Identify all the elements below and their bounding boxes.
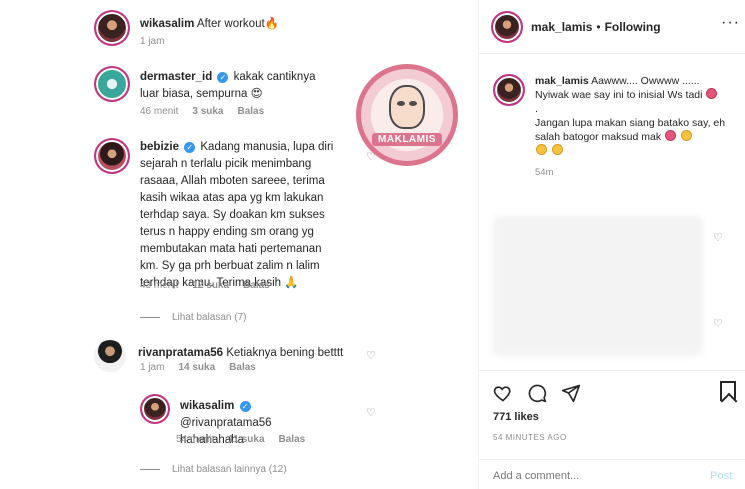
post-actions: 771 likes 54 MINUTES AGO Post: [479, 370, 745, 489]
comment-likes[interactable]: 14 suka: [178, 362, 215, 373]
bookmark-icon[interactable]: [720, 381, 736, 401]
avatar[interactable]: [491, 10, 523, 43]
avatar[interactable]: [94, 66, 130, 102]
view-more-replies-button[interactable]: Lihat balasan lainnya (12): [140, 464, 287, 475]
monkey-emoji-icon: [665, 130, 676, 141]
caption-time: 54m: [535, 167, 554, 178]
watermark-face-icon: [389, 84, 425, 129]
comment-meta: 1 jam 14 suka Balas: [140, 362, 256, 373]
comment-text: Ketiaknya bening betttt: [226, 347, 344, 359]
view-replies-label: Lihat balasan lainnya (12): [172, 464, 287, 475]
verified-badge-icon: ✓: [239, 401, 251, 412]
post-header: mak_lamis • Following ···: [479, 0, 745, 54]
comment-item: dermaster_id ✓ kakak cantiknya luar bias…: [94, 66, 374, 103]
avatar[interactable]: [94, 340, 126, 372]
comment-text: After workout🔥: [196, 18, 279, 30]
heart-icon[interactable]: [493, 383, 513, 403]
emoji-row: [535, 144, 733, 158]
comment-likes[interactable]: 3 suka: [192, 106, 223, 117]
share-icon[interactable]: [561, 383, 581, 403]
comment-username[interactable]: wikasalim: [180, 400, 234, 412]
view-replies-button[interactable]: Lihat balasan (7): [140, 312, 247, 323]
following-button[interactable]: Following: [605, 20, 661, 34]
post-panel: mak_lamis • Following ··· mak_lamis Aaww…: [478, 0, 745, 489]
rolling-laughing-emoji-icon: [551, 144, 563, 155]
avatar[interactable]: [493, 74, 525, 106]
blurred-comments: [493, 216, 703, 356]
comment-item: bebizie ✓ Kadang manusia, lupa diri seja…: [94, 138, 384, 292]
caption-line-2: Nyiwak wae say ini to inisial Ws tadi: [535, 88, 733, 102]
monkey-emoji-icon: [706, 88, 718, 99]
like-comment-heart-icon[interactable]: ♡: [713, 317, 723, 330]
comment-meta: 46 menit 3 suka Balas: [140, 106, 264, 117]
comment-meta: 43 menit 12 suka Balas: [140, 280, 270, 291]
comment-item: wikasalim After workout🔥: [94, 10, 279, 46]
comment-time: 43 menit: [140, 280, 179, 291]
watermark-logo: MAKLAMIS: [356, 64, 458, 166]
caption-line-1: Aawww.... Owwww ......: [591, 75, 700, 87]
comments-panel: wikasalim After workout🔥 1 jam dermaster…: [80, 0, 458, 489]
reply-button[interactable]: Balas: [238, 106, 265, 117]
comment-username[interactable]: wikasalim: [140, 18, 194, 30]
post-username[interactable]: mak_lamis: [531, 20, 592, 34]
caption-username[interactable]: mak_lamis: [535, 75, 589, 87]
like-comment-heart-icon[interactable]: ♡: [366, 349, 376, 362]
verified-badge-icon: ✓: [184, 142, 196, 153]
avatar[interactable]: [140, 394, 170, 424]
more-icon[interactable]: ···: [721, 14, 740, 32]
post-comment-button[interactable]: Post: [710, 470, 732, 482]
view-replies-label: Lihat balasan (7): [172, 312, 247, 323]
divider: [140, 317, 160, 318]
comment-username[interactable]: dermaster_id: [140, 71, 212, 83]
comment-time: 46 menit: [140, 106, 179, 117]
comment-icon[interactable]: [527, 383, 547, 403]
avatar[interactable]: [94, 138, 130, 174]
comment-meta: 1 jam: [140, 36, 164, 47]
comment-time: 54 menit: [176, 434, 215, 445]
comment-meta: 54 menit 11 suka Balas: [176, 434, 305, 445]
laughing-emoji-icon: [680, 130, 692, 141]
reply-button[interactable]: Balas: [279, 434, 306, 445]
separator-dot: •: [596, 19, 601, 34]
comment-username[interactable]: bebizie: [140, 141, 179, 153]
reply-button[interactable]: Balas: [229, 362, 256, 373]
comment-username[interactable]: rivanpratama56: [138, 347, 223, 359]
like-comment-heart-icon[interactable]: ♡: [713, 231, 723, 244]
comment-time: 1 jam: [140, 362, 165, 373]
caption-line-3: .: [535, 103, 538, 115]
avatar[interactable]: [94, 10, 130, 46]
post-timestamp: 54 MINUTES AGO: [493, 433, 567, 442]
caption-line-4: Jangan lupa makan siang batako say, eh s…: [535, 117, 726, 143]
like-comment-heart-icon[interactable]: ♡: [366, 406, 376, 419]
divider: [140, 469, 160, 470]
rolling-laughing-emoji-icon: [536, 144, 547, 155]
verified-badge-icon: ✓: [217, 72, 229, 83]
comment-time: 1 jam: [140, 36, 165, 47]
watermark-label: MAKLAMIS: [372, 132, 442, 146]
add-comment-bar: Post: [479, 459, 745, 489]
comment-input[interactable]: [493, 469, 673, 482]
comment-likes[interactable]: 11 suka: [228, 434, 264, 445]
reply-button[interactable]: Balas: [243, 280, 270, 291]
post-caption: mak_lamis Aawww.... Owwww ...... Nyiwak …: [493, 74, 733, 180]
likes-count[interactable]: 771 likes: [493, 411, 539, 423]
comment-text: Kadang manusia, lupa diri sejarah n terl…: [140, 141, 334, 289]
comment-likes[interactable]: 12 suka: [192, 280, 229, 291]
